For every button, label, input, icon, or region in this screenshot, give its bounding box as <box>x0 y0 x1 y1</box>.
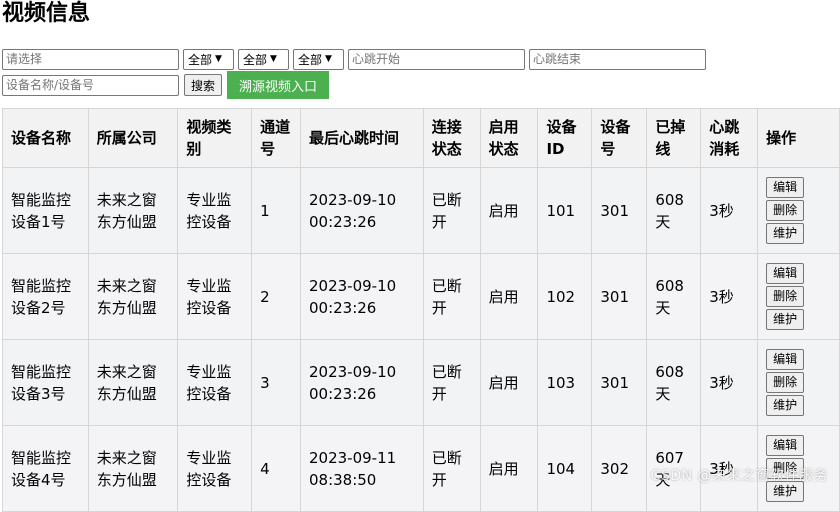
page-title: 视频信息 <box>2 1 91 26</box>
cell-device-name: 智能监控设备2号 <box>2 253 89 340</box>
cell-category: 专业监控设备 <box>177 339 253 426</box>
cell-actions: 编辑 删除 维护 <box>757 253 840 340</box>
cell-device-no: 302 <box>591 425 648 512</box>
cell-channel: 2 <box>251 253 301 340</box>
cell-company: 未来之窗东方仙盟 <box>87 253 179 340</box>
cell-last-heartbeat: 2023-09-10 00:23:26 <box>299 253 424 340</box>
delete-button[interactable]: 删除 <box>766 286 805 307</box>
cell-device-id: 102 <box>537 253 593 340</box>
header-heartbeat-cost: 心跳消耗 <box>700 108 759 168</box>
video-table-container: 设备名称 所属公司 视频类别 通道号 最后心跳时间 连接状态 启用状态 设备ID… <box>2 108 840 512</box>
cell-device-no: 301 <box>591 167 648 254</box>
video-table: 设备名称 所属公司 视频类别 通道号 最后心跳时间 连接状态 启用状态 设备ID… <box>2 108 840 512</box>
filter-select-3[interactable]: 全部 ▼ <box>293 48 344 70</box>
table-row: 智能监控设备1号 未来之窗东方仙盟 专业监控设备 1 2023-09-10 00… <box>2 167 840 254</box>
filter-row-1: 全部▼ 全部▼ 全部▼ <box>2 48 832 70</box>
cell-enabled: 启用 <box>479 167 539 254</box>
header-last-heartbeat: 最后心跳时间 <box>299 108 424 168</box>
chevron-down-icon: ▼ <box>270 54 277 64</box>
header-actions: 操作 <box>757 108 840 168</box>
cell-heartbeat-cost: 3秒 <box>700 167 759 254</box>
cell-connection: 已断开 <box>422 339 481 426</box>
watermark: CSDN @未来之窗软件服务 <box>650 468 828 484</box>
cell-channel: 1 <box>251 167 301 254</box>
cell-device-name: 智能监控设备3号 <box>2 339 89 426</box>
cell-category: 专业监控设备 <box>177 253 253 340</box>
cell-company: 未来之窗东方仙盟 <box>87 167 179 254</box>
edit-button[interactable]: 编辑 <box>766 435 805 456</box>
cell-enabled: 启用 <box>479 339 539 426</box>
heartbeat-end-input[interactable] <box>529 48 706 70</box>
header-video-category: 视频类别 <box>177 108 253 168</box>
cell-last-heartbeat: 2023-09-11 08:38:50 <box>299 425 424 512</box>
chevron-down-icon: ▼ <box>215 54 222 64</box>
cell-device-id: 103 <box>537 339 593 426</box>
header-device-id: 设备ID <box>537 108 593 168</box>
cell-channel: 4 <box>251 425 301 512</box>
cell-offline: 608天 <box>646 253 702 340</box>
device-search-input[interactable] <box>2 74 179 96</box>
cell-device-name: 智能监控设备4号 <box>2 425 89 512</box>
header-offline: 已掉线 <box>646 108 702 168</box>
cell-company: 未来之窗东方仙盟 <box>87 425 179 512</box>
header-device-name: 设备名称 <box>2 108 89 168</box>
filter-select-1[interactable]: 全部 ▼ <box>183 48 234 70</box>
cell-heartbeat-cost: 3秒 <box>700 339 759 426</box>
edit-button[interactable]: 编辑 <box>766 349 805 370</box>
cell-device-no: 301 <box>591 339 648 426</box>
cell-company: 未来之窗东方仙盟 <box>87 339 179 426</box>
header-channel: 通道号 <box>251 108 301 168</box>
header-connection-status: 连接状态 <box>422 108 481 168</box>
header-enabled-status: 启用状态 <box>479 108 539 168</box>
edit-button[interactable]: 编辑 <box>766 263 805 284</box>
cell-last-heartbeat: 2023-09-10 00:23:26 <box>299 339 424 426</box>
cell-heartbeat-cost: 3秒 <box>700 253 759 340</box>
cell-channel: 3 <box>251 339 301 426</box>
cell-offline: 608天 <box>646 339 702 426</box>
filter-select-2[interactable]: 全部 ▼ <box>238 48 289 70</box>
filter-row-2: 搜索 溯源视频入口 <box>2 71 832 99</box>
trace-video-entry-button[interactable]: 溯源视频入口 <box>227 71 330 99</box>
cell-offline: 608天 <box>646 167 702 254</box>
delete-button[interactable]: 删除 <box>766 372 805 393</box>
maintain-button[interactable]: 维护 <box>766 309 805 330</box>
maintain-button[interactable]: 维护 <box>766 395 805 416</box>
edit-button[interactable]: 编辑 <box>766 177 805 198</box>
cell-device-id: 101 <box>537 167 593 254</box>
cell-connection: 已断开 <box>422 253 481 340</box>
header-device-no: 设备号 <box>591 108 648 168</box>
cell-category: 专业监控设备 <box>177 425 253 512</box>
cell-device-name: 智能监控设备1号 <box>2 167 89 254</box>
delete-button[interactable]: 删除 <box>766 200 805 221</box>
chevron-down-icon: ▼ <box>325 54 332 64</box>
cell-enabled: 启用 <box>479 253 539 340</box>
header-company: 所属公司 <box>87 108 179 168</box>
cell-device-id: 104 <box>537 425 593 512</box>
search-button[interactable]: 搜索 <box>184 74 223 96</box>
table-header-row: 设备名称 所属公司 视频类别 通道号 最后心跳时间 连接状态 启用状态 设备ID… <box>2 108 840 168</box>
cell-actions: 编辑 删除 维护 <box>757 339 840 426</box>
cell-last-heartbeat: 2023-09-10 00:23:26 <box>299 167 424 254</box>
cell-category: 专业监控设备 <box>177 167 253 254</box>
cell-actions: 编辑 删除 维护 <box>757 167 840 254</box>
table-row: 智能监控设备3号 未来之窗东方仙盟 专业监控设备 3 2023-09-10 00… <box>2 339 840 426</box>
cell-device-no: 301 <box>591 253 648 340</box>
cell-enabled: 启用 <box>479 425 539 512</box>
maintain-button[interactable]: 维护 <box>766 223 805 244</box>
table-row: 智能监控设备2号 未来之窗东方仙盟 专业监控设备 2 2023-09-10 00… <box>2 253 840 340</box>
cell-connection: 已断开 <box>422 167 481 254</box>
keyword-input[interactable] <box>2 48 179 70</box>
filter-bar: 全部▼ 全部▼ 全部▼ 搜索 溯源视频入口 <box>2 48 832 100</box>
cell-connection: 已断开 <box>422 425 481 512</box>
heartbeat-start-input[interactable] <box>348 48 525 70</box>
